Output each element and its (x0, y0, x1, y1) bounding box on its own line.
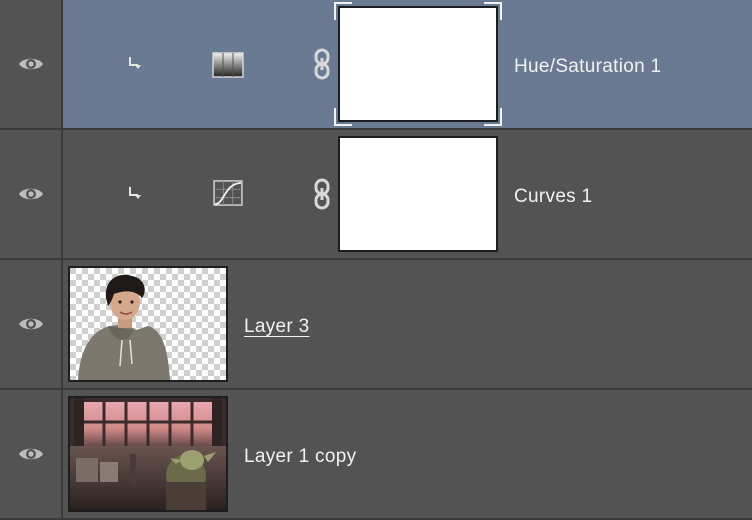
layer-mask-thumbnail[interactable] (338, 6, 498, 122)
hue-saturation-icon (212, 52, 244, 78)
layers-panel: Hue/Saturation 1 Curves 1 Layer 3 Layer … (0, 0, 752, 520)
layer-row-curves[interactable]: Curves 1 (0, 130, 752, 260)
hangar-scene-image (70, 398, 226, 510)
layer-name[interactable]: Layer 1 copy (244, 446, 356, 468)
chain-link-icon[interactable] (313, 178, 331, 210)
curves-icon (213, 180, 243, 206)
eye-icon[interactable] (18, 315, 44, 333)
eye-icon[interactable] (18, 445, 44, 463)
layer-name[interactable]: Curves 1 (514, 186, 592, 208)
chain-link-icon[interactable] (313, 48, 331, 80)
layer-content: Layer 1 copy (63, 390, 752, 518)
visibility-column (0, 130, 63, 258)
layer-name[interactable]: Layer 3 (244, 316, 309, 338)
clip-arrow-icon (129, 57, 141, 69)
layer-thumbnail-scene[interactable] (68, 396, 228, 512)
layer-content: Curves 1 (63, 130, 752, 258)
layer-row-layer-3[interactable]: Layer 3 (0, 260, 752, 390)
visibility-column (0, 0, 63, 128)
layer-row-hue-saturation[interactable]: Hue/Saturation 1 (0, 0, 752, 130)
layer-mask-thumbnail[interactable] (338, 136, 498, 252)
eye-icon[interactable] (18, 55, 44, 73)
visibility-column (0, 390, 63, 518)
layer-content: Hue/Saturation 1 (63, 0, 752, 128)
layer-thumbnail-person[interactable] (68, 266, 228, 382)
eye-icon[interactable] (18, 185, 44, 203)
layer-row-layer-1-copy[interactable]: Layer 1 copy (0, 390, 752, 520)
clip-arrow-icon (129, 187, 141, 199)
layer-content: Layer 3 (63, 260, 752, 388)
layer-name[interactable]: Hue/Saturation 1 (514, 56, 661, 78)
person-cutout-image (70, 268, 226, 380)
visibility-column (0, 260, 63, 388)
